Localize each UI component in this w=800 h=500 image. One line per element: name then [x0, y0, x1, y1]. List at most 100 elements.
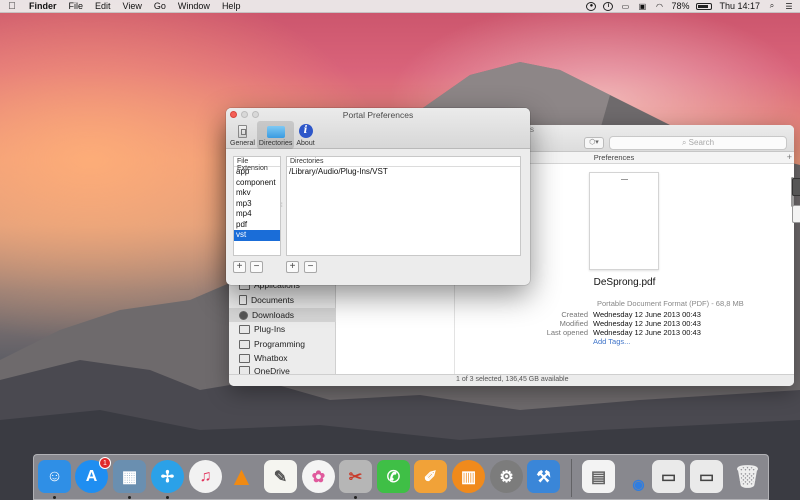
folder-icon: [239, 353, 250, 363]
battery-icon[interactable]: [696, 2, 713, 10]
documents-icon: [239, 295, 247, 305]
menu-window[interactable]: Window: [173, 1, 217, 11]
search-field[interactable]: ⌕ Search: [609, 136, 787, 150]
app-store-icon[interactable]: A1: [75, 457, 111, 493]
status-text: 1 of 3 selected, 136,45 GB available: [456, 376, 569, 383]
directories-table: Directories /Library/Audio/Plug-Ins/VST: [286, 156, 521, 256]
menu-view[interactable]: View: [118, 1, 149, 11]
dock: ☺ A1 ▦ ✢ ♫ ▲ ✎ ✿ ✂ ✆ ✐ ▥ ⚙ ⚒ ▤ ◉ ▭ ▭ 🗑: [33, 454, 769, 500]
modified-value: Wednesday 12 June 2013 00:43: [593, 319, 701, 328]
photos-icon[interactable]: ✿: [302, 460, 335, 493]
sidebar-item-label: OneDrive: [254, 366, 290, 374]
pdf-thumbnail[interactable]: [589, 172, 659, 270]
window-stack-icon-2[interactable]: ▭: [690, 460, 723, 493]
preferences-titlebar: Portal Preferences General Directories i…: [226, 108, 530, 149]
add-tags-link[interactable]: Add Tags...: [593, 337, 630, 346]
document-stack-icon[interactable]: ▤: [582, 460, 615, 493]
folder-icon: [239, 324, 250, 334]
downloads-stack-icon[interactable]: ◉: [622, 460, 655, 493]
window-stack-icon[interactable]: ▭: [652, 460, 685, 493]
remove-extension-button[interactable]: −: [250, 261, 263, 273]
preferences-window: Portal Preferences General Directories i…: [226, 108, 530, 285]
sidebar-item-downloads[interactable]: Downloads: [229, 308, 336, 322]
app-store-badge: 1: [99, 457, 111, 469]
sidebar-item-programming[interactable]: Programming: [229, 337, 336, 351]
extension-row-selected[interactable]: vst: [234, 230, 280, 241]
sidebar-item-onedrive[interactable]: OneDrive: [229, 366, 336, 374]
tab-label: About: [296, 140, 315, 147]
extension-row[interactable]: component: [234, 178, 280, 189]
menu-help[interactable]: Help: [217, 1, 248, 11]
itunes-icon[interactable]: ♫: [189, 460, 222, 493]
script-editor-icon[interactable]: ✂: [339, 460, 372, 493]
created-value: Wednesday 12 June 2013 00:43: [593, 310, 701, 319]
last-opened-value: Wednesday 12 June 2013 00:43: [593, 328, 701, 337]
tab-about[interactable]: i About: [294, 121, 316, 149]
tab-general[interactable]: General: [228, 121, 257, 149]
preferences-tabs: General Directories i About: [228, 121, 317, 149]
extension-row[interactable]: pdf: [234, 220, 280, 231]
airplay-icon[interactable]: ▭: [620, 2, 630, 11]
add-column-icon[interactable]: +: [787, 152, 792, 162]
running-indicator: [354, 496, 357, 499]
directories-icon: [266, 126, 285, 138]
info-icon: i: [298, 124, 313, 138]
last-opened-label: Last opened: [546, 328, 588, 337]
apple-menu-icon[interactable]: : [0, 1, 24, 12]
display-icon[interactable]: ▣: [637, 2, 647, 11]
info-circle-icon[interactable]: i: [603, 1, 614, 11]
ibooks-icon[interactable]: ▥: [452, 460, 485, 493]
trash-icon[interactable]: 🗑: [731, 460, 764, 493]
dropbox-button[interactable]: ⬡▾: [584, 137, 604, 149]
wifi-icon[interactable]: ◠: [654, 2, 664, 11]
tab-label: General: [230, 140, 255, 147]
running-indicator: [128, 496, 131, 499]
pages-icon[interactable]: ✐: [414, 460, 447, 493]
sidebar-item-label: Plug-Ins: [254, 324, 286, 334]
search-icon: ⌕: [681, 138, 689, 147]
menu-bar:  Finder File Edit View Go Window Help ●…: [0, 0, 800, 13]
extensions-table: File Extension app component mkv mp3 mp4…: [233, 156, 281, 256]
desktop-item-icon[interactable]: [792, 178, 800, 196]
directory-row[interactable]: /Library/Audio/Plug-Ins/VST: [287, 167, 520, 178]
list-icon[interactable]: ☰: [784, 2, 794, 11]
directories-panel: File Extension app component mkv mp3 mp4…: [233, 156, 521, 256]
finder-icon[interactable]: ☺: [38, 460, 71, 493]
running-indicator: [166, 496, 169, 499]
battery-percent[interactable]: 78%: [671, 1, 689, 11]
menu-go[interactable]: Go: [149, 1, 173, 11]
menu-file[interactable]: File: [64, 1, 91, 11]
menu-edit[interactable]: Edit: [90, 1, 118, 11]
vlc-icon[interactable]: ▲: [225, 460, 258, 493]
tab-directories[interactable]: Directories: [256, 121, 295, 149]
folder-icon: [239, 339, 250, 349]
menu-app-name[interactable]: Finder: [24, 1, 64, 11]
safari-icon[interactable]: ✢: [151, 460, 184, 493]
modified-label: Modified: [559, 319, 588, 328]
file-kind: Portable Document Format (PDF) - 68,8 MB: [597, 299, 744, 308]
preview-icon[interactable]: ▦: [113, 460, 146, 493]
split-divider-handle[interactable]: ⁞: [281, 203, 283, 209]
record-icon[interactable]: ●: [586, 1, 597, 11]
downloads-icon: [239, 310, 248, 320]
add-directory-button[interactable]: +: [286, 261, 299, 273]
dock-separator: [571, 459, 572, 497]
extension-row[interactable]: mp3: [234, 199, 280, 210]
search-icon[interactable]: ⌕: [767, 1, 777, 11]
tab-label: Directories: [258, 140, 293, 147]
sidebar-item-plug-ins[interactable]: Plug-Ins: [229, 322, 336, 336]
textedit-icon[interactable]: ✎: [264, 460, 297, 493]
sidebar-item-documents[interactable]: Documents: [229, 293, 336, 307]
add-extension-button[interactable]: +: [233, 261, 246, 273]
xcode-icon[interactable]: ⚒: [527, 460, 560, 493]
clock[interactable]: Thu 14:17: [719, 1, 760, 11]
general-switch-icon: [237, 125, 247, 138]
directories-header: Directories: [287, 157, 520, 167]
system-preferences-icon[interactable]: ⚙: [490, 460, 523, 493]
facetime-icon[interactable]: ✆: [377, 460, 410, 493]
extension-row[interactable]: mkv: [234, 188, 280, 199]
extension-row[interactable]: mp4: [234, 209, 280, 220]
desktop-item-icon[interactable]: [792, 205, 800, 223]
sidebar-item-whatbox[interactable]: Whatbox: [229, 351, 336, 365]
remove-directory-button[interactable]: −: [304, 261, 317, 273]
